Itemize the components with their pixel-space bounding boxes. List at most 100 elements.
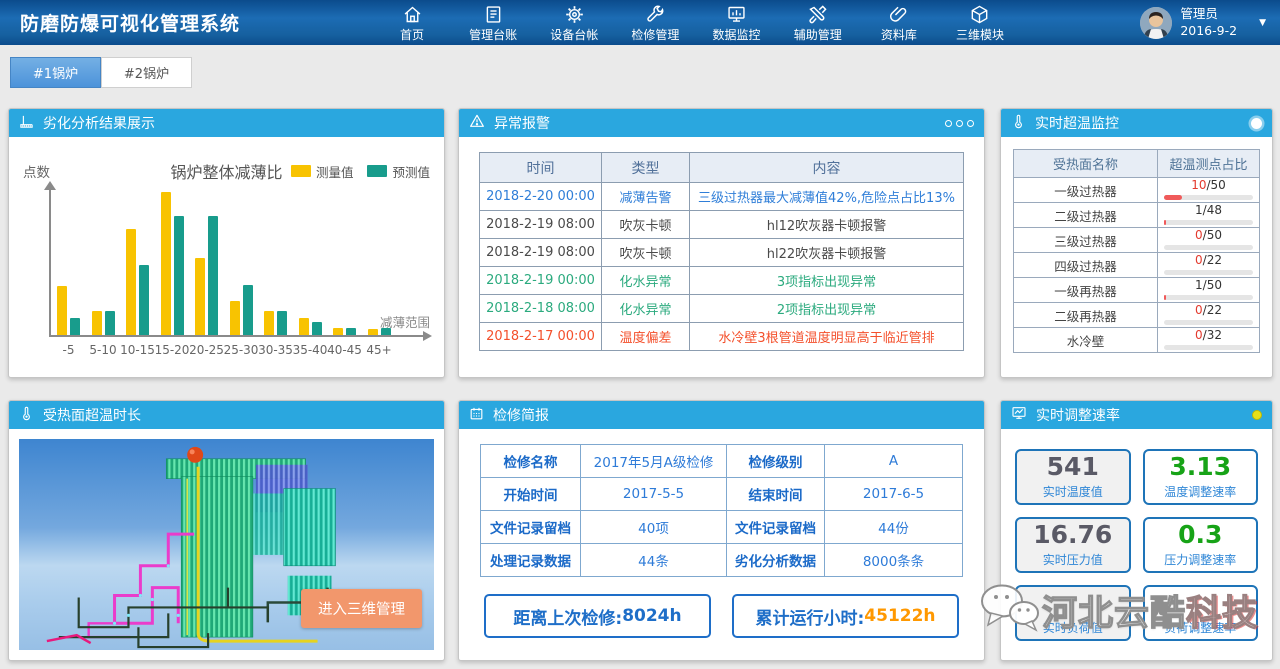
total-run-hours-button[interactable]: 累计运行小时:45122h [732,594,959,638]
legend-item: 预测值 [367,162,430,181]
alarm-row: 2018-2-19 08:00吹灰卡顿hl12吹灰器卡顿报警 [480,211,964,239]
bar-预测值-15-20 [174,216,184,335]
overtemp-total: /48 [1203,203,1222,217]
overtemp-row: 一级再热器1/50 [1014,277,1259,302]
bar-预测值-35-40 [312,322,322,335]
progress-track [1164,345,1253,350]
bar-预测值-40-45 [346,328,356,335]
nav-item[interactable]: 三维模块 [950,2,1010,43]
nav-item[interactable]: 设备台帐 [544,2,604,43]
maintenance-buttons: 距离上次检修:8024h 累计运行小时:45122h [484,594,959,638]
bar-预测值-10-15 [139,265,149,335]
tab-boiler-2[interactable]: #2锅炉 [101,57,192,88]
user-block[interactable]: 管理员 2016-9-2 ▼ [1140,0,1266,45]
tab-boiler-1[interactable]: #1锅炉 [10,57,101,88]
paperclip-icon [888,4,909,25]
bar-预测值-5-10 [105,311,115,335]
maintenance-value: 2017-6-5 [825,478,963,511]
panel-rates-header: 实时调整速率 [1001,401,1272,429]
overtemp-total: /32 [1203,328,1222,342]
alarm-cell: 3项指标出现异常 [690,267,964,295]
overtemp-count: 0 [1195,253,1203,267]
panel-maintenance-header: 检修简报 [459,401,984,429]
bar-预测值-45+ [381,328,391,335]
tools-icon [807,4,828,25]
surface-name: 水冷壁 [1014,328,1158,352]
maintenance-row: 文件记录留档40项文件记录留档44份 [481,511,963,544]
maintenance-value: 44条 [581,544,727,577]
nav-label: 资料库 [881,26,917,43]
boiler-tab-bar: #1锅炉#2锅炉 [10,57,192,88]
alarm-cell: 2018-2-19 08:00 [480,239,602,267]
alarm-cell: hl22吹灰器卡顿报警 [690,239,964,267]
nav-item[interactable]: 检修管理 [625,2,685,43]
panel-status-icon[interactable] [1252,410,1262,420]
alarm-row: 2018-2-19 08:00吹灰卡顿hl22吹灰器卡顿报警 [480,239,964,267]
rate-card: 3.13温度调整速率 [1143,449,1259,505]
alarm-cell: 三级过热器最大减薄值42%,危险点占比13% [690,183,964,211]
rate-card: 实时负荷值 [1015,585,1131,641]
nav-item[interactable]: 资料库 [869,2,929,43]
maintenance-label: 检修级别 [727,445,825,478]
panel-status-icon[interactable] [1251,118,1262,129]
alarm-cell: 化水异常 [602,267,690,295]
progress-track [1164,270,1253,275]
bar-测量值-15-20 [161,192,171,335]
overtemp-total: /22 [1203,253,1222,267]
nav-item[interactable]: 首页 [382,2,442,43]
rate-label: 压力调整速率 [1164,551,1236,568]
surface-name: 一级过热器 [1014,178,1158,202]
maintenance-value: 44份 [825,511,963,544]
nav-item[interactable]: 管理台账 [463,2,523,43]
progress-track [1164,245,1253,250]
alarm-cell: 吹灰卡顿 [602,239,690,267]
home-icon [402,4,423,25]
overtemp-count: 10 [1191,178,1206,192]
chevron-down-icon[interactable]: ▼ [1259,18,1266,28]
bar-预测值-30-35 [277,311,287,335]
boiler-3d-view[interactable]: 进入三维管理 [19,439,434,650]
overtemp-total: /50 [1206,178,1225,192]
since-last-maintenance-button[interactable]: 距离上次检修:8024h [484,594,711,638]
panel-title: 实时超温监控 [1035,113,1119,133]
bar-测量值-5-10 [92,311,102,335]
panel-overtemp-duration: 受热面超温时长 [8,400,445,661]
rate-value: 541 [1047,454,1099,480]
maintenance-value: 40项 [581,511,727,544]
maintenance-row: 检修名称2017年5月A级检修检修级别A [481,445,963,478]
panel-3d-header: 受热面超温时长 [9,401,444,429]
maintenance-value: A [825,445,963,478]
enter-3d-button[interactable]: 进入三维管理 [301,589,422,628]
progress-track [1164,295,1253,300]
rate-cards-grid: 541实时温度值3.13温度调整速率16.76实时压力值0.3压力调整速率实时负… [1001,429,1272,641]
nav-label: 首页 [400,26,424,43]
nav-item[interactable]: 数据监控 [707,2,767,43]
panel-title: 劣化分析结果展示 [43,113,155,133]
wrench-icon [645,4,666,25]
main-nav: 首页 管理台账设备台帐检修管理数据监控辅助管理 资料库 三维模块 [382,0,1010,45]
progress-track [1164,320,1253,325]
panel-alarms: 异常报警 时间类型内容 2018-2-20 00:00减薄告警三级过热器最大减薄… [458,108,985,378]
panel-title: 实时调整速率 [1036,405,1120,425]
maintenance-label: 劣化分析数据 [727,544,825,577]
surface-name: 二级再热器 [1014,303,1158,327]
panel-title: 检修简报 [493,405,549,425]
maintenance-value: 8000条条 [825,544,963,577]
maintenance-label: 处理记录数据 [481,544,581,577]
maintenance-label: 文件记录留档 [727,511,825,544]
y-axis [49,189,51,337]
nav-item[interactable]: 辅助管理 [788,2,848,43]
overtemp-row: 二级过热器1/48 [1014,202,1259,227]
rate-label: 实时温度值 [1043,483,1103,500]
nav-label: 辅助管理 [794,26,842,43]
nav-label: 三维模块 [956,26,1004,43]
cube-icon [969,4,990,25]
alarm-row: 2018-2-20 00:00减薄告警三级过热器最大减薄值42%,危险点占比13… [480,183,964,211]
user-name: 管理员 [1180,6,1237,23]
maintenance-label: 开始时间 [481,478,581,511]
overtemp-total: /50 [1203,228,1222,242]
panel-options-icon[interactable] [945,120,974,127]
alarm-row: 2018-2-18 08:00化水异常2项指标出现异常 [480,295,964,323]
maintenance-value: 2017年5月A级检修 [581,445,727,478]
rate-card: 541 实时温度值 [1015,449,1131,505]
